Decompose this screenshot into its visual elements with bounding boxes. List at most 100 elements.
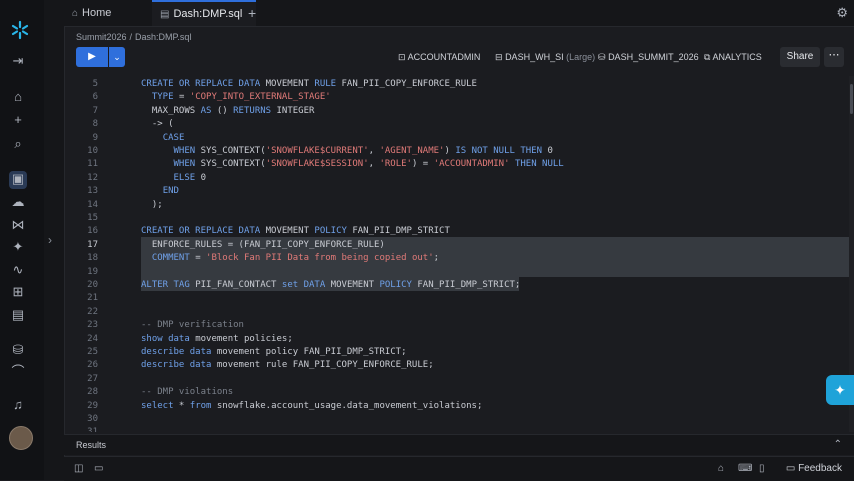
code-line[interactable]: 24 show data movement policies; xyxy=(64,333,850,346)
home-icon: ⌂ xyxy=(72,8,79,19)
tab-dmp-sql[interactable]: ▤ Dash:DMP.sql xyxy=(152,0,256,26)
line-number: 11 xyxy=(87,159,98,170)
code-line[interactable]: 25 describe data movement policy FAN_PII_… xyxy=(64,346,850,359)
settings-gear-icon[interactable]: ⚙ xyxy=(836,0,848,26)
run-options-chevron-icon[interactable]: ⌄ xyxy=(109,47,125,67)
code-line[interactable]: 27 xyxy=(64,373,850,386)
code-line[interactable]: 21 xyxy=(64,292,850,305)
line-number: 24 xyxy=(87,333,98,344)
line-number: 8 xyxy=(92,119,98,130)
feedback-icon: ▭ xyxy=(785,463,796,474)
docs-book-icon[interactable]: ▯ xyxy=(759,457,765,481)
code-line[interactable]: 14 ); xyxy=(64,199,850,212)
warehouse-icon: ⊟ xyxy=(495,52,503,62)
code-text: describe data movement policy FAN_PII_DM… xyxy=(141,347,407,357)
role-label: ACCOUNTADMIN xyxy=(407,52,481,62)
expand-results-chevron-icon[interactable]: ⌃ xyxy=(834,435,842,455)
code-text: WHEN SYS_CONTEXT('SNOWFLAKE$CURRENT', 'A… xyxy=(173,146,553,156)
new-tab-plus-icon[interactable]: + xyxy=(248,0,256,26)
line-number: 9 xyxy=(92,132,98,143)
code-line[interactable]: 8 -> ( xyxy=(64,118,850,131)
code-line[interactable]: 9 CASE xyxy=(64,132,850,145)
ai-ml-icon[interactable]: ✦ xyxy=(10,239,26,255)
code-line[interactable]: 30 xyxy=(64,413,850,426)
code-text: ALTER TAG PII_FAN_CONTACT set DATA MOVEM… xyxy=(141,280,521,290)
sql-editor[interactable]: 5 CREATE OR REPLACE DATA MOVEMENT RULE FA… xyxy=(64,76,850,432)
tab-home[interactable]: ⌂ Home xyxy=(64,0,162,26)
code-text: ENFORCE_RULES = (FAN_PII_COPY_ENFORCE_RU… xyxy=(141,239,385,250)
line-number: 7 xyxy=(92,105,98,116)
code-text: COMMENT = 'Block Fan PII Data from being… xyxy=(151,253,440,264)
collapse-sidebar-icon[interactable]: ⇥ xyxy=(10,53,26,69)
create-icon[interactable]: + xyxy=(10,112,26,128)
line-number: 25 xyxy=(87,347,98,357)
marketplace-icon[interactable]: ⊞ xyxy=(10,284,26,300)
scrollbar-thumb[interactable] xyxy=(850,84,853,114)
monitoring-icon[interactable]: ∿ xyxy=(10,262,26,278)
code-text: MAX_ROWS AS () RETURNS INTEGER xyxy=(141,105,315,116)
warehouse-label: DASH_WH_SI xyxy=(505,52,564,62)
data-ingest-icon[interactable]: ☁ xyxy=(10,194,26,210)
database-icon[interactable]: ⛁ xyxy=(10,342,26,358)
tab-bar: ⌂ Home ▤ Dash:DMP.sql + ⚙ xyxy=(64,0,854,27)
help-icon[interactable]: ⌒ xyxy=(10,364,26,380)
code-text: CREATE OR REPLACE DATA MOVEMENT RULE FAN… xyxy=(141,79,477,89)
code-line[interactable]: 6 TYPE = 'COPY_INTO_EXTERNAL_STAGE' xyxy=(64,91,850,104)
code-line[interactable]: 23 -- DMP verification xyxy=(64,319,850,332)
database-selector[interactable]: ⛁ DASH_SUMMIT_2026 xyxy=(598,47,699,67)
code-line[interactable]: 31 xyxy=(64,426,850,432)
notifications-bell-icon[interactable]: ♫ xyxy=(10,397,26,413)
expand-sidebar-chevron-icon[interactable]: › xyxy=(48,233,52,247)
code-line[interactable]: 20 ALTER TAG PII_FAN_CONTACT set DATA MOV… xyxy=(64,279,850,292)
code-line[interactable]: 17 ENFORCE_RULES = (FAN_PII_COPY_ENFORCE… xyxy=(64,239,850,252)
code-line[interactable]: 7 MAX_ROWS AS () RETURNS INTEGER xyxy=(64,105,850,118)
admin-icon[interactable]: ▤ xyxy=(10,307,26,323)
home-nav-icon[interactable]: ⌂ xyxy=(10,89,26,105)
line-number: 29 xyxy=(87,400,98,411)
code-line[interactable]: 28 -- DMP violations xyxy=(64,386,850,399)
code-line[interactable]: 15 xyxy=(64,212,850,225)
user-avatar[interactable] xyxy=(9,426,33,450)
line-number: 14 xyxy=(87,199,98,210)
projects-nav-icon[interactable]: ▣ xyxy=(9,171,27,189)
keyboard-icon[interactable]: ⌨ xyxy=(738,457,752,481)
feedback-button[interactable]: ▭ Feedback xyxy=(786,457,842,481)
search-icon[interactable]: ⌕ xyxy=(10,136,26,152)
left-nav-rail: ⇥ ⌂ + ⌕ ▣ ☁ ⋈ ✦ ∿ ⊞ ▤ ⛁ ⌒ ♫ xyxy=(0,0,45,480)
code-text: TYPE = 'COPY_INTO_EXTERNAL_STAGE' xyxy=(151,92,331,103)
role-icon: ⊡ xyxy=(398,52,406,62)
line-number: 22 xyxy=(87,306,98,317)
line-number: 26 xyxy=(87,360,98,371)
code-text: describe data movement rule FAN_PII_COPY… xyxy=(141,360,434,371)
code-line[interactable]: 5 CREATE OR REPLACE DATA MOVEMENT RULE FA… xyxy=(64,78,850,91)
code-line[interactable]: 18 COMMENT = 'Block Fan PII Data from be… xyxy=(64,252,850,265)
toggle-panel-icon[interactable]: ▭ xyxy=(94,457,103,481)
code-line[interactable]: 22 xyxy=(64,306,850,319)
breadcrumb: Summit2026/Dash:DMP.sql xyxy=(76,32,192,42)
schema-selector[interactable]: ⧉ ANALYTICS xyxy=(704,47,762,67)
share-button[interactable]: Share xyxy=(780,47,820,67)
code-line[interactable]: 19 xyxy=(64,266,850,279)
line-number: 18 xyxy=(87,253,98,264)
code-line[interactable]: 16 CREATE OR REPLACE DATA MOVEMENT POLICY… xyxy=(64,225,850,238)
feedback-label: Feedback xyxy=(798,463,842,474)
snowflake-logo-icon[interactable] xyxy=(10,20,30,40)
code-line[interactable]: 12 ELSE 0 xyxy=(64,172,850,185)
ai-assistant-button[interactable]: ✦ xyxy=(826,375,854,405)
code-line[interactable]: 10 WHEN SYS_CONTEXT('SNOWFLAKE$CURRENT',… xyxy=(64,145,850,158)
run-button[interactable]: ▶ xyxy=(76,47,108,67)
code-line[interactable]: 13 END xyxy=(64,185,850,198)
code-line[interactable]: 26 describe data movement rule FAN_PII_CO… xyxy=(64,359,850,372)
breadcrumb-current: Dash:DMP.sql xyxy=(135,32,192,42)
results-panel-header[interactable]: Results ⌃ xyxy=(64,434,854,455)
warehouse-selector[interactable]: ⊟ DASH_WH_SI (Large) xyxy=(495,47,595,67)
code-line[interactable]: 29 select * from snowflake.account_usage.… xyxy=(64,400,850,413)
role-selector[interactable]: ⊡ ACCOUNTADMIN xyxy=(398,47,480,67)
breadcrumb-parent[interactable]: Summit2026 xyxy=(76,32,127,42)
home-status-icon[interactable]: ⌂ xyxy=(718,457,724,481)
data-catalog-icon[interactable]: ⋈ xyxy=(10,217,26,233)
code-line[interactable]: 11 WHEN SYS_CONTEXT('SNOWFLAKE$SESSION',… xyxy=(64,158,850,171)
more-options-button[interactable]: ⋯ xyxy=(824,47,844,67)
toggle-sidebar-icon[interactable]: ◫ xyxy=(74,457,83,481)
schema-label: ANALYTICS xyxy=(712,52,762,62)
